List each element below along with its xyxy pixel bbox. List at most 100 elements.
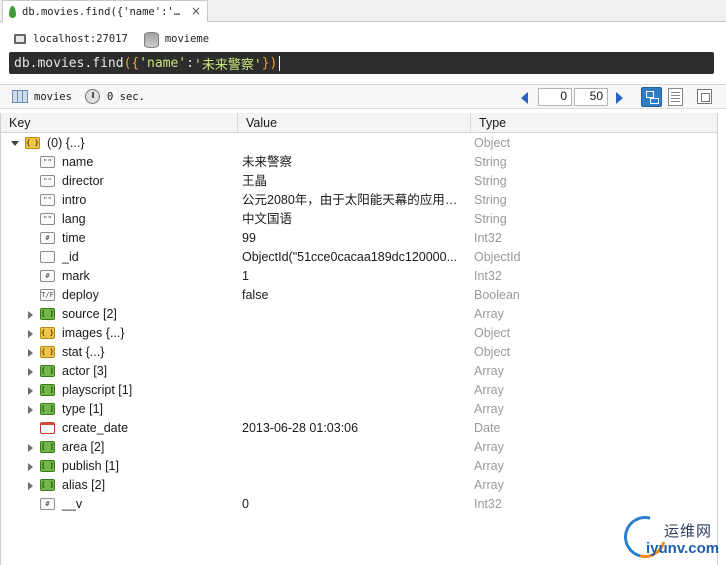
object-icon: { } xyxy=(25,137,40,149)
field-key-cell: [ ] actor [3] xyxy=(1,362,237,381)
field-key-cell: "" name xyxy=(1,153,237,172)
server-info: localhost:27017 xyxy=(0,33,128,45)
field-row[interactable]: "" intro 公元2080年，由于太阳能天幕的应用，... String xyxy=(1,191,717,210)
field-key-cell: [ ] source [2] xyxy=(1,305,237,324)
database-name: movieme xyxy=(164,33,210,45)
collapsed-arrow-icon[interactable] xyxy=(28,444,33,452)
field-key: time xyxy=(62,231,86,245)
field-row[interactable]: "" lang 中文国语 String xyxy=(1,210,717,229)
objectid-icon xyxy=(40,251,55,263)
field-key: playscript [1] xyxy=(62,383,133,397)
database-icon xyxy=(143,32,159,48)
field-key-cell: create_date xyxy=(1,419,237,438)
server-host: localhost:27017 xyxy=(33,33,128,45)
field-row[interactable]: [ ] source [2] Array xyxy=(1,305,717,324)
query-value-string: '未来警察' xyxy=(194,57,262,73)
close-tab-icon[interactable]: × xyxy=(191,4,201,18)
boolean-icon: T/F xyxy=(40,289,55,301)
limit-input[interactable]: 50 xyxy=(574,88,608,106)
field-row[interactable]: [ ] alias [2] Array xyxy=(1,476,717,495)
clock-icon xyxy=(85,89,100,104)
text-caret xyxy=(279,55,281,71)
field-row[interactable]: T/F deploy false Boolean xyxy=(1,286,717,305)
field-value: 99 xyxy=(242,231,256,245)
field-row[interactable]: [ ] area [2] Array xyxy=(1,438,717,457)
field-type: Object xyxy=(474,345,511,359)
field-row[interactable]: # time 99 Int32 xyxy=(1,229,717,248)
column-header-key[interactable]: Key xyxy=(1,113,237,133)
mongodb-leaf-icon xyxy=(9,5,16,18)
column-header-type[interactable]: Type xyxy=(470,113,717,133)
query-key-string: 'name' xyxy=(139,55,187,71)
collapsed-arrow-icon[interactable] xyxy=(28,368,33,376)
string-icon: "" xyxy=(40,175,55,187)
object-icon: { } xyxy=(40,327,55,339)
previous-page-icon[interactable] xyxy=(521,92,528,104)
field-row[interactable]: "" director 王晶 String xyxy=(1,172,717,191)
skip-input[interactable]: 0 xyxy=(538,88,572,106)
array-icon: [ ] xyxy=(40,479,55,491)
collapsed-arrow-icon[interactable] xyxy=(28,463,33,471)
field-row[interactable]: create_date 2013-06-28 01:03:06 Date xyxy=(1,419,717,438)
query-method: db.movies.find xyxy=(14,55,124,71)
string-icon: "" xyxy=(40,213,55,225)
server-icon xyxy=(14,34,26,44)
field-key-cell: # mark xyxy=(1,267,237,286)
field-key: intro xyxy=(62,193,87,207)
field-row[interactable]: # mark 1 Int32 xyxy=(1,267,717,286)
field-row[interactable]: { } stat {...} Object xyxy=(1,343,717,362)
query-open-paren: ( xyxy=(123,55,132,71)
root-key: (0) {...} xyxy=(47,136,85,150)
date-icon xyxy=(40,422,55,434)
field-type: String xyxy=(474,174,507,188)
field-row[interactable]: _id ObjectId("51cce0cacaa189dc120000... Ob… xyxy=(1,248,717,267)
collapsed-arrow-icon[interactable] xyxy=(28,482,33,490)
field-row[interactable]: { } images {...} Object xyxy=(1,324,717,343)
field-key-cell: { } images {...} xyxy=(1,324,237,343)
field-type: String xyxy=(474,155,507,169)
field-row[interactable]: [ ] actor [3] Array xyxy=(1,362,717,381)
field-key: publish [1] xyxy=(62,459,119,473)
collapsed-arrow-icon[interactable] xyxy=(28,387,33,395)
field-value: false xyxy=(242,288,269,302)
collapsed-arrow-icon[interactable] xyxy=(28,330,33,338)
collapsed-arrow-icon[interactable] xyxy=(28,349,33,357)
next-page-icon[interactable] xyxy=(616,92,623,104)
number-icon: # xyxy=(40,498,55,510)
tree-view-button[interactable] xyxy=(641,87,662,107)
field-key: lang xyxy=(62,212,86,226)
text-view-button[interactable] xyxy=(668,88,683,106)
field-key-cell: [ ] playscript [1] xyxy=(1,381,237,400)
field-row[interactable]: [ ] publish [1] Array xyxy=(1,457,717,476)
site-watermark: 运维网 iyunv.com xyxy=(616,508,726,565)
field-row[interactable]: [ ] type [1] Array xyxy=(1,400,717,419)
field-value: 2013-06-28 01:03:06 xyxy=(242,421,359,435)
field-row[interactable]: # __v 0 Int32 xyxy=(1,495,717,514)
collapsed-arrow-icon[interactable] xyxy=(28,311,33,319)
expanded-arrow-icon[interactable] xyxy=(11,141,19,146)
array-icon: [ ] xyxy=(40,441,55,453)
field-row[interactable]: "" name 未来警察 String xyxy=(1,153,717,172)
field-type: Int32 xyxy=(474,497,502,511)
field-type: Date xyxy=(474,421,501,435)
custom-view-button[interactable] xyxy=(697,89,712,104)
array-icon: [ ] xyxy=(40,384,55,396)
field-key: stat {...} xyxy=(62,345,105,359)
field-value: ObjectId("51cce0cacaa189dc120000... xyxy=(242,250,458,264)
column-header-value[interactable]: Value xyxy=(237,113,470,133)
document-row[interactable]: { } (0) {...} Object xyxy=(1,134,717,153)
database-info: movieme xyxy=(128,32,210,48)
field-key: area [2] xyxy=(62,440,105,454)
field-key-cell: [ ] area [2] xyxy=(1,438,237,457)
grid-header: Key Value Type xyxy=(1,113,717,133)
number-icon: # xyxy=(40,232,55,244)
field-value: 0 xyxy=(242,497,249,511)
query-colon: : xyxy=(186,55,195,71)
field-key: actor [3] xyxy=(62,364,108,378)
query-editor[interactable]: db.movies.find({'name': '未来警察'}) xyxy=(9,52,714,74)
field-key-cell: [ ] type [1] xyxy=(1,400,237,419)
query-tab[interactable]: db.movies.find({'name':'… × xyxy=(2,0,208,22)
field-row[interactable]: [ ] playscript [1] Array xyxy=(1,381,717,400)
field-type: ObjectId xyxy=(474,250,521,264)
collapsed-arrow-icon[interactable] xyxy=(28,406,33,414)
